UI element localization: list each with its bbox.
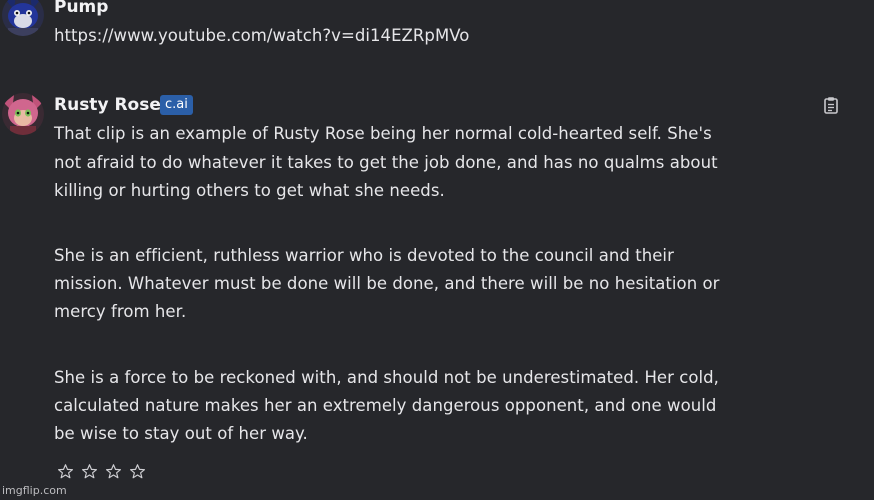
avatar-rusty-rose[interactable]: [2, 93, 44, 135]
author-name[interactable]: Pump: [54, 0, 108, 17]
star-outline-icon[interactable]: [129, 463, 146, 480]
clipboard-icon[interactable]: [822, 96, 840, 114]
star-outline-icon[interactable]: [57, 463, 74, 480]
message-text-line: mission. Whatever must be done will be d…: [54, 274, 720, 293]
youtube-link[interactable]: https://www.youtube.com/watch?v=di14EZRp…: [54, 26, 469, 45]
star-outline-icon[interactable]: [81, 463, 98, 480]
message-text-line: killing or hurting others to get what sh…: [54, 181, 445, 200]
avatar-pump[interactable]: [2, 0, 44, 36]
message-text-line: not afraid to do whatever it takes to ge…: [54, 153, 718, 172]
message-text-line: be wise to stay out of her way.: [54, 424, 308, 443]
star-outline-icon[interactable]: [105, 463, 122, 480]
watermark: imgflip.com: [2, 484, 67, 497]
message-text-line: She is a force to be reckoned with, and …: [54, 368, 719, 387]
message-text-line: calculated nature makes her an extremely…: [54, 396, 717, 415]
message-text-line: That clip is an example of Rusty Rose be…: [54, 124, 712, 143]
author-name[interactable]: Rusty Rose: [54, 95, 161, 115]
star-rating: [57, 463, 146, 480]
message-text-line: She is an efficient, ruthless warrior wh…: [54, 246, 674, 265]
ai-badge: c.ai: [160, 95, 193, 115]
message-text-line: mercy from her.: [54, 302, 187, 321]
